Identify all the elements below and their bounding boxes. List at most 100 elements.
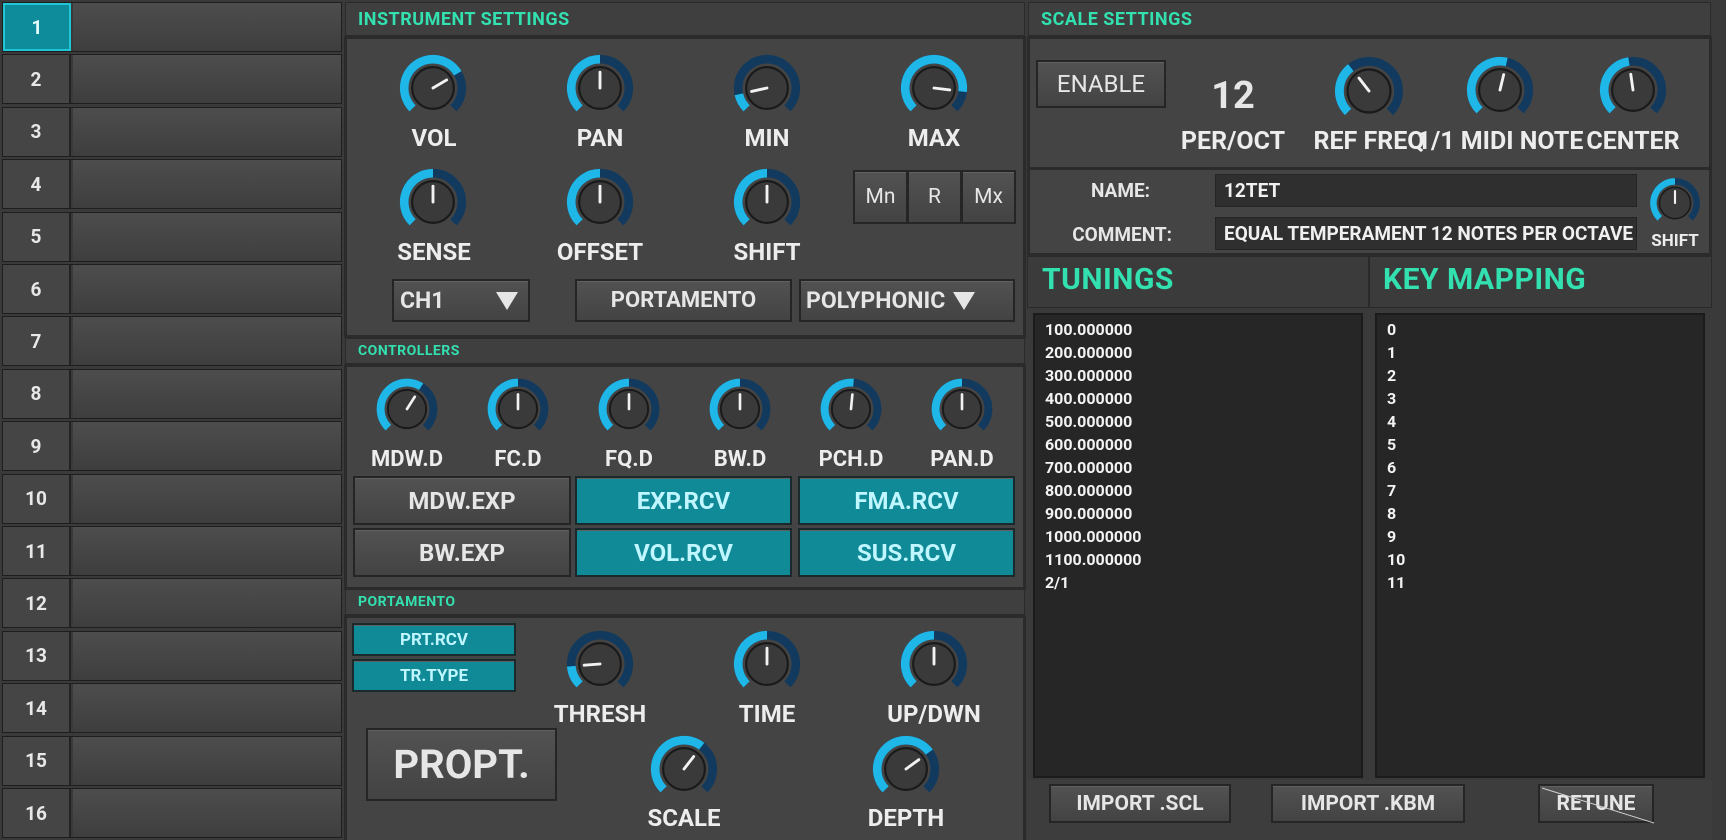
list-item[interactable]: 6: [1387, 456, 1693, 479]
list-item[interactable]: 100.000000: [1045, 318, 1351, 341]
channel-slot[interactable]: [73, 579, 341, 628]
list-item[interactable]: 4: [1387, 410, 1693, 433]
channel-row[interactable]: 10: [2, 473, 342, 524]
channel-row[interactable]: 13: [2, 630, 342, 681]
bw-exp-button[interactable]: BW.EXP: [353, 528, 571, 577]
list-item[interactable]: 11: [1387, 571, 1693, 594]
channel-slot[interactable]: [73, 474, 341, 523]
channel-row[interactable]: 5: [2, 211, 342, 262]
prt-rcv-button[interactable]: PRT.RCV: [352, 623, 516, 656]
pan-d-knob[interactable]: [929, 376, 995, 442]
channel-number[interactable]: 15: [3, 736, 71, 785]
list-item[interactable]: 600.000000: [1045, 433, 1351, 456]
channel-slot[interactable]: [73, 369, 341, 418]
import-scl-button[interactable]: IMPORT .SCL: [1049, 784, 1231, 823]
list-item[interactable]: 0: [1387, 318, 1693, 341]
channel-number[interactable]: 3: [3, 107, 71, 156]
channel-row[interactable]: 16: [2, 788, 342, 838]
list-item[interactable]: 10: [1387, 548, 1693, 571]
list-item[interactable]: 700.000000: [1045, 456, 1351, 479]
retune-button[interactable]: RETUNE: [1538, 784, 1655, 824]
channel-number[interactable]: 9: [3, 422, 71, 471]
mdw-d-knob[interactable]: [374, 376, 440, 442]
max-knob[interactable]: [898, 52, 970, 124]
channel-row[interactable]: 8: [2, 368, 342, 419]
channel-number[interactable]: 11: [3, 527, 71, 575]
pan-knob[interactable]: [564, 52, 636, 124]
channel-number[interactable]: 13: [3, 631, 71, 680]
voice-mode-select[interactable]: POLYPHONIC: [799, 279, 1015, 322]
thresh-knob[interactable]: [564, 628, 636, 700]
list-item[interactable]: 8: [1387, 502, 1693, 525]
channel-row[interactable]: 7: [2, 316, 342, 367]
scale-knob[interactable]: [648, 733, 720, 805]
channel-number[interactable]: 7: [3, 317, 71, 366]
propt-button[interactable]: PROPT.: [366, 728, 557, 801]
channel-row[interactable]: 2: [2, 54, 342, 105]
list-item[interactable]: 500.000000: [1045, 410, 1351, 433]
channel-row[interactable]: 15: [2, 735, 342, 786]
channel-row[interactable]: 14: [2, 683, 342, 734]
list-item[interactable]: 3: [1387, 387, 1693, 410]
list-item[interactable]: 800.000000: [1045, 479, 1351, 502]
list-item[interactable]: 400.000000: [1045, 387, 1351, 410]
mdw-exp-button[interactable]: MDW.EXP: [353, 476, 571, 525]
tr-type-button[interactable]: TR.TYPE: [352, 659, 516, 692]
list-item[interactable]: 1: [1387, 341, 1693, 364]
scale-comment-field[interactable]: EQUAL TEMPERAMENT 12 NOTES PER OCTAVE: [1215, 217, 1637, 250]
vol-rcv-button[interactable]: VOL.RCV: [575, 528, 792, 577]
range-mode-button[interactable]: R: [907, 170, 962, 224]
tunings-list[interactable]: 100.000000 200.000000 300.000000 400.000000…: [1033, 313, 1363, 778]
channel-slot[interactable]: [73, 317, 341, 366]
channel-row[interactable]: 11: [2, 526, 342, 576]
channel-number[interactable]: 6: [3, 265, 71, 313]
fma-rcv-button[interactable]: FMA.RCV: [798, 476, 1015, 525]
channel-slot[interactable]: [73, 107, 341, 156]
channel-number[interactable]: 2: [3, 55, 71, 104]
midi-note-knob[interactable]: [1464, 54, 1536, 126]
portamento-button[interactable]: PORTAMENTO: [575, 279, 792, 322]
list-item[interactable]: 2: [1387, 364, 1693, 387]
scale-name-field[interactable]: 12TET: [1215, 174, 1637, 207]
updwn-knob[interactable]: [898, 628, 970, 700]
channel-slot[interactable]: [73, 684, 341, 733]
channel-slot[interactable]: [73, 160, 341, 209]
depth-knob[interactable]: [870, 733, 942, 805]
channel-number[interactable]: 14: [3, 684, 71, 733]
channel-row[interactable]: 12: [2, 578, 342, 629]
list-item[interactable]: 300.000000: [1045, 364, 1351, 387]
sense-knob[interactable]: [397, 166, 469, 238]
channel-number[interactable]: 1: [3, 3, 71, 51]
channel-slot[interactable]: [73, 3, 341, 51]
channel-slot[interactable]: [73, 631, 341, 680]
channel-row[interactable]: 9: [2, 421, 342, 472]
channel-select[interactable]: CH1: [392, 279, 530, 322]
channel-number[interactable]: 16: [3, 789, 71, 837]
enable-button[interactable]: ENABLE: [1036, 60, 1166, 108]
list-item[interactable]: 5: [1387, 433, 1693, 456]
channel-number[interactable]: 5: [3, 212, 71, 261]
center-knob[interactable]: [1597, 54, 1669, 126]
list-item[interactable]: 7: [1387, 479, 1693, 502]
channel-slot[interactable]: [73, 789, 341, 837]
min-knob[interactable]: [731, 52, 803, 124]
channel-slot[interactable]: [73, 55, 341, 104]
channel-slot[interactable]: [73, 265, 341, 313]
fc-d-knob[interactable]: [485, 376, 551, 442]
bw-d-knob[interactable]: [707, 376, 773, 442]
sus-rcv-button[interactable]: SUS.RCV: [798, 528, 1015, 577]
list-item[interactable]: 1000.000000: [1045, 525, 1351, 548]
channel-number[interactable]: 12: [3, 579, 71, 628]
import-kbm-button[interactable]: IMPORT .KBM: [1271, 784, 1465, 823]
list-item[interactable]: 200.000000: [1045, 341, 1351, 364]
scale-shift-knob[interactable]: [1648, 176, 1702, 230]
channel-number[interactable]: 8: [3, 369, 71, 418]
list-item[interactable]: 900.000000: [1045, 502, 1351, 525]
fq-d-knob[interactable]: [596, 376, 662, 442]
time-knob[interactable]: [731, 628, 803, 700]
channel-row[interactable]: 6: [2, 264, 342, 314]
channel-row[interactable]: 4: [2, 159, 342, 210]
channel-row[interactable]: 1: [2, 2, 342, 52]
channel-number[interactable]: 4: [3, 160, 71, 209]
max-mode-button[interactable]: Mx: [961, 170, 1016, 224]
